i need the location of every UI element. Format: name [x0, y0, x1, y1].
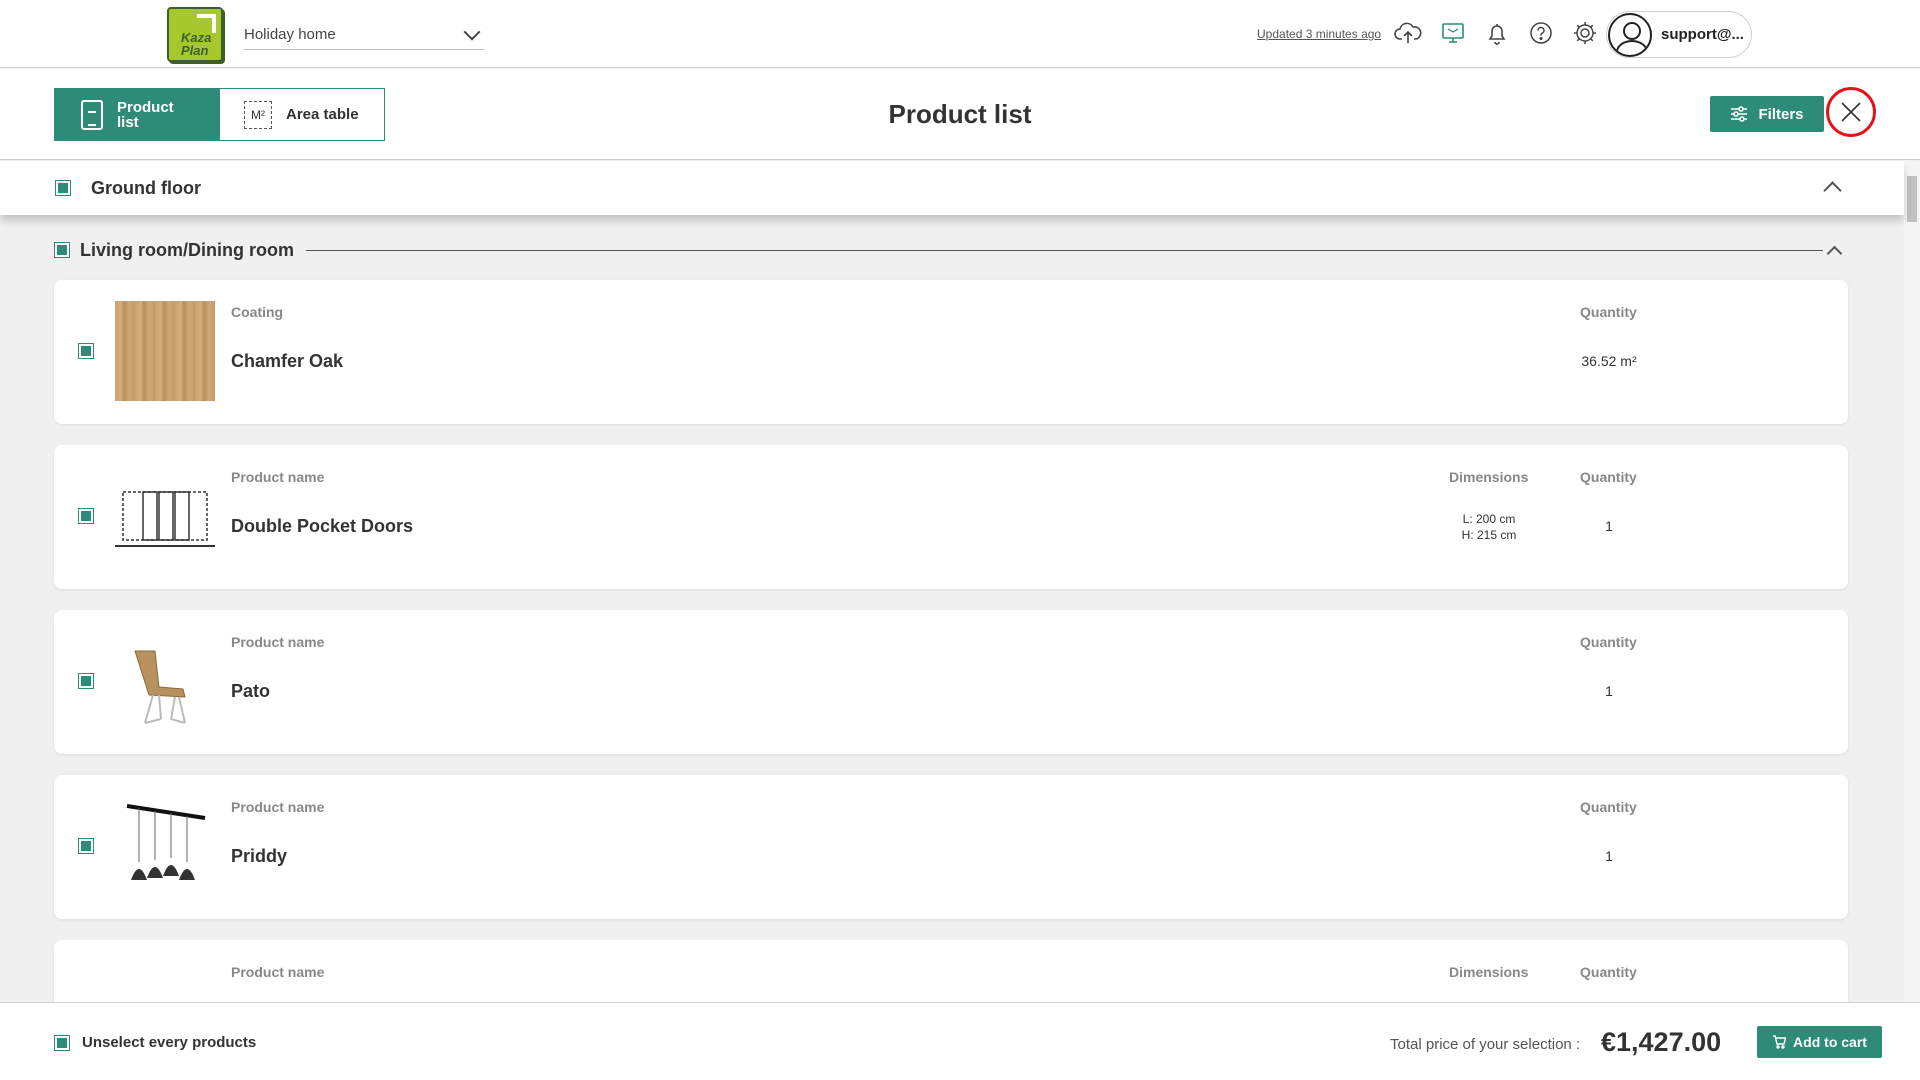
column-label: Product name: [231, 634, 325, 650]
oak-texture-image: [115, 301, 215, 401]
dimension-length: L: 200 cm: [1462, 512, 1516, 526]
divider: [306, 249, 1823, 251]
quantity-label: Quantity: [1580, 799, 1637, 815]
top-bar: Kaza Plan Holiday home Updated 3 minutes…: [0, 0, 1920, 68]
pendant-lamp-image: [115, 796, 215, 896]
cart-icon: [1773, 1035, 1787, 1049]
product-quantity: 1: [1605, 518, 1613, 534]
bell-icon[interactable]: [1483, 19, 1511, 47]
kazaplan-logo[interactable]: Kaza Plan: [167, 7, 223, 62]
product-card: Product name Dimensions Quantity: [54, 940, 1848, 1002]
updated-link[interactable]: Updated 3 minutes ago: [1257, 27, 1381, 41]
column-label: Product name: [231, 799, 325, 815]
cloud-upload-icon[interactable]: [1394, 19, 1422, 47]
dimensions-label: Dimensions: [1449, 964, 1529, 980]
monitor-icon[interactable]: [1439, 19, 1467, 47]
product-card: Product name Quantity Priddy 1: [54, 775, 1848, 919]
product-checkbox[interactable]: [78, 838, 94, 854]
product-checkbox[interactable]: [78, 673, 94, 689]
footer-bar: Unselect every products Total price of y…: [0, 1002, 1920, 1080]
unselect-all-checkbox[interactable]: [54, 1034, 70, 1051]
product-name: Pato: [231, 681, 271, 701]
pocket-door-image: [115, 466, 215, 566]
logo-text: Kaza Plan: [181, 30, 212, 58]
scrollbar-thumb[interactable]: [1907, 176, 1917, 222]
unselect-all-label: Unselect every products: [82, 1034, 257, 1051]
dimensions-label: Dimensions: [1449, 469, 1529, 485]
page-title: Product list: [888, 99, 1032, 129]
add-to-cart-button[interactable]: Add to cart: [1757, 1026, 1882, 1058]
product-card: Coating Quantity Chamfer Oak 36.52 m²: [54, 280, 1848, 424]
settings-icon[interactable]: [1571, 19, 1599, 47]
filters-label: Filters: [1758, 105, 1804, 123]
product-checkbox[interactable]: [78, 343, 94, 359]
room-label: Living room/Dining room: [80, 239, 294, 260]
product-name: Priddy: [231, 846, 288, 866]
floor-checkbox[interactable]: [55, 180, 71, 196]
page-header: Product list M² Area table Product list …: [0, 69, 1920, 160]
product-quantity: 1: [1605, 683, 1613, 699]
room-checkbox[interactable]: [54, 242, 70, 258]
scrollbar[interactable]: [1904, 161, 1920, 1002]
chevron-down-icon: [463, 23, 481, 41]
column-label: Coating: [231, 304, 284, 320]
help-icon[interactable]: [1527, 19, 1555, 47]
unselect-all[interactable]: Unselect every products: [54, 1034, 256, 1051]
product-name: Chamfer Oak: [231, 351, 344, 371]
product-list: Living room/Dining room Coating Quantity…: [0, 215, 1904, 1002]
product-quantity: 1: [1605, 848, 1613, 864]
close-button[interactable]: [1826, 87, 1876, 137]
floor-section-header[interactable]: Ground floor: [0, 161, 1904, 215]
add-to-cart-label: Add to cart: [1793, 1034, 1867, 1050]
user-name: support@...: [1661, 26, 1744, 43]
product-card: Product name Dimensions Quantity Double …: [54, 445, 1848, 589]
room-section-header[interactable]: Living room/Dining room: [54, 238, 1846, 262]
project-select[interactable]: Holiday home: [244, 20, 484, 50]
column-label: Product name: [231, 469, 325, 485]
total-price-value: €1,427.00: [1601, 1027, 1722, 1057]
user-avatar-icon: [1608, 12, 1652, 57]
quantity-label: Quantity: [1580, 964, 1637, 980]
product-dimensions: L: 200 cm H: 215 cm: [1434, 511, 1544, 543]
product-quantity: 36.52 m²: [1581, 353, 1637, 369]
quantity-label: Quantity: [1580, 469, 1637, 485]
product-card: Product name Quantity Pato 1: [54, 610, 1848, 754]
user-menu[interactable]: support@...: [1606, 11, 1752, 58]
quantity-label: Quantity: [1580, 304, 1637, 320]
project-name: Holiday home: [244, 26, 336, 43]
filters-button[interactable]: Filters: [1710, 96, 1824, 132]
chair-image: [115, 631, 215, 731]
close-icon: [1841, 102, 1861, 122]
chevron-up-icon[interactable]: [1823, 181, 1842, 200]
column-label: Product name: [231, 964, 325, 980]
total-price-label: Total price of your selection :: [1390, 1036, 1581, 1053]
dimension-height: H: 215 cm: [1461, 528, 1517, 542]
sliders-icon: [1731, 106, 1748, 122]
floor-label: Ground floor: [91, 177, 201, 198]
quantity-label: Quantity: [1580, 634, 1637, 650]
product-image: [115, 961, 215, 1002]
product-checkbox[interactable]: [78, 508, 94, 524]
product-name: Double Pocket Doors: [231, 516, 414, 536]
chevron-up-icon[interactable]: [1826, 245, 1843, 261]
